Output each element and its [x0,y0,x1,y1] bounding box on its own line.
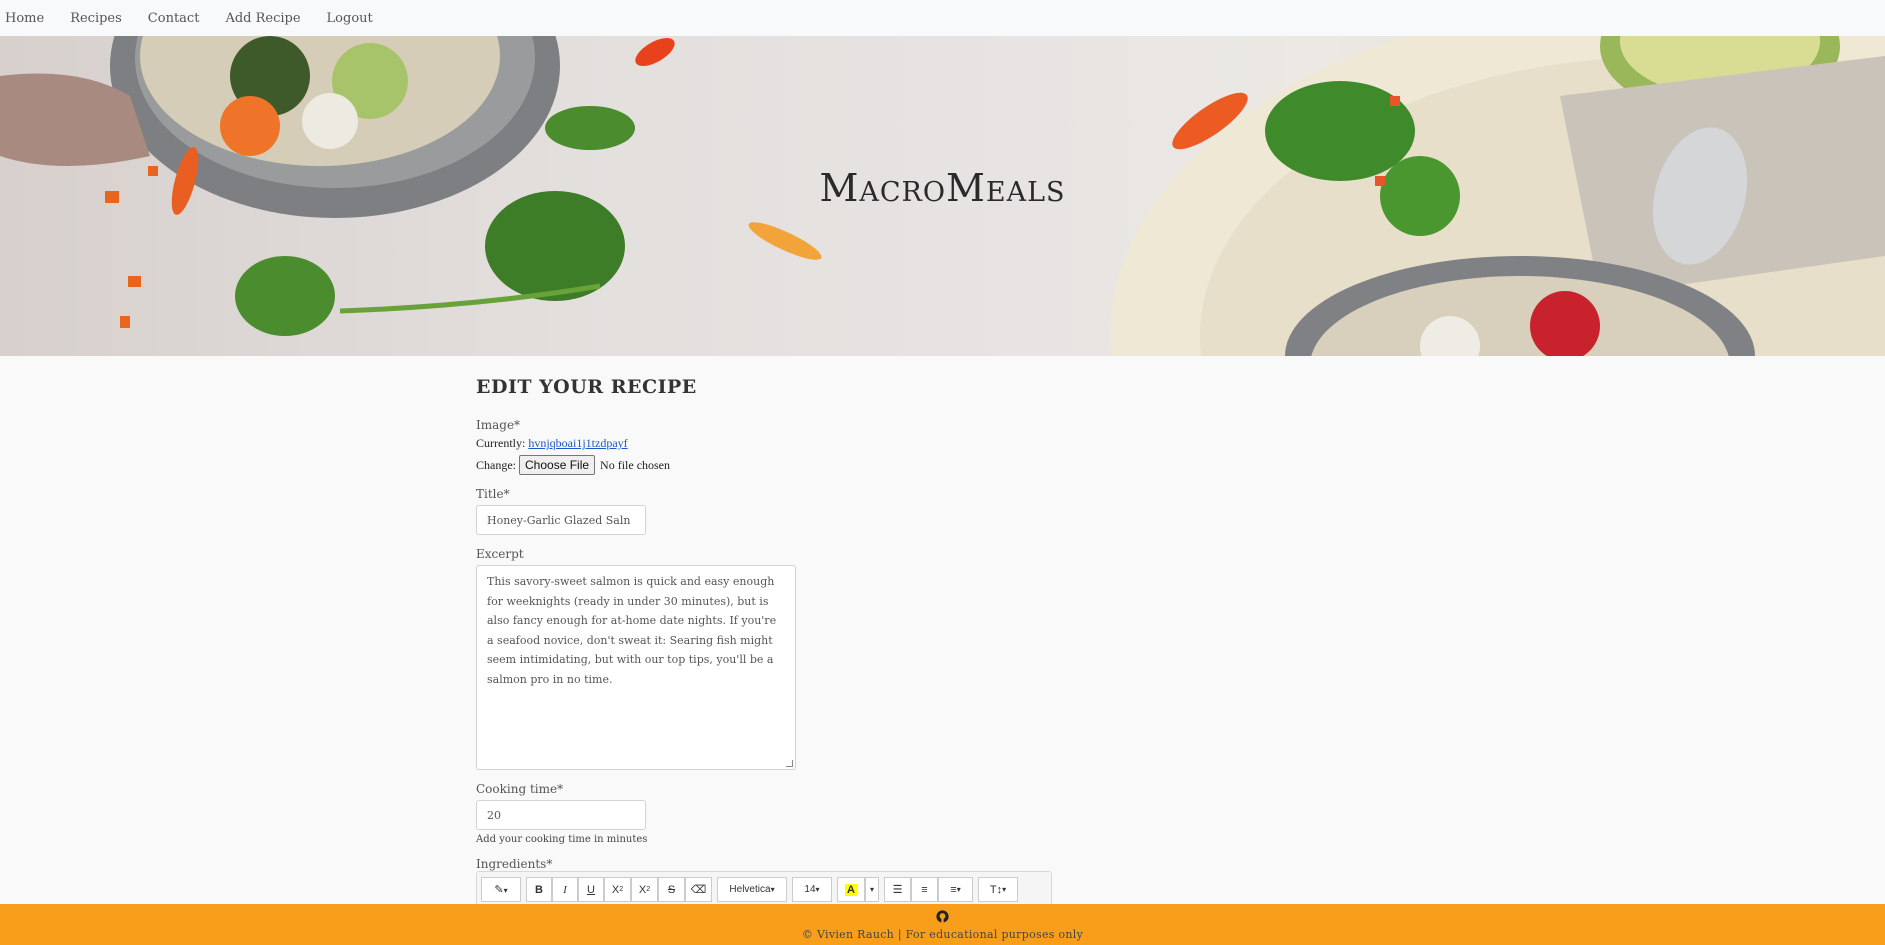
top-navbar: Home Recipes Contact Add Recipe Logout [0,0,1885,36]
page-title: EDIT YOUR RECIPE [476,376,697,398]
footer: © Vivien Rauch | For educational purpose… [0,904,1885,945]
nav-link-add-recipe[interactable]: Add Recipe [225,11,300,26]
italic-button[interactable]: I [552,877,578,902]
eraser-icon: ⌫ [690,884,707,896]
underline-button[interactable]: U [578,877,604,902]
font-size-value: 14 [804,884,816,895]
superscript-button[interactable]: X2 [604,877,631,902]
align-left-icon: ≡ [950,883,957,896]
unordered-list-button[interactable]: ☰ [884,877,911,902]
line-height-dropdown[interactable]: T↕ [978,877,1018,902]
bullet-list-icon: ☰ [892,884,903,896]
color-dropdown-toggle[interactable]: ▾ [865,877,879,902]
nav-link-logout[interactable]: Logout [327,11,373,26]
font-size-dropdown[interactable]: 14 [792,877,832,902]
highlight-color-button[interactable]: A [837,877,865,902]
magic-style-button[interactable]: ✎ [481,877,521,902]
cooking-time-help: Add your cooking time in minutes [476,834,648,845]
edit-recipe-form: EDIT YOUR RECIPE Image* Currently: hvnjq… [476,376,1056,875]
title-input[interactable]: Honey-Garlic Glazed Saln [476,505,646,535]
github-icon[interactable] [936,910,949,923]
ingredients-label: Ingredients* [476,857,553,871]
font-name-value: Helvetica [729,884,771,895]
strikethrough-button[interactable]: S [658,877,685,902]
bold-button[interactable]: B [526,877,552,902]
no-file-text: No file chosen [600,458,671,472]
excerpt-text: This savory-sweet salmon is quick and ea… [487,575,777,686]
ingredients-editor-toolbar: ✎ B I U X2 X2 S ⌫ Helvetica 14 A ▾ ☰ ≡ ≡… [476,871,1052,905]
choose-file-button[interactable]: Choose File [519,455,596,475]
font-name-dropdown[interactable]: Helvetica [717,877,787,902]
numbered-list-icon: ≡ [921,883,928,896]
site-title: MacroMeals [819,166,1066,210]
superscript-label: X [611,883,620,896]
text-height-icon: T↕ [989,883,1003,896]
nav-link-recipes[interactable]: Recipes [70,11,122,26]
subscript-button[interactable]: X2 [631,877,658,902]
cooking-time-input[interactable]: 20 [476,800,646,830]
title-label: Title* [476,487,510,501]
resize-handle[interactable] [786,760,793,767]
subscript-label: X [638,883,647,896]
cooking-time-label: Cooking time* [476,782,564,796]
nav-link-home[interactable]: Home [5,11,44,26]
ordered-list-button[interactable]: ≡ [911,877,938,902]
chevron-down-icon: ▾ [869,885,874,894]
change-image-row: Change: Choose File No file chosen [476,455,1056,475]
eraser-button[interactable]: ⌫ [685,877,712,902]
excerpt-textarea[interactable]: This savory-sweet salmon is quick and ea… [476,565,796,770]
nav-link-contact[interactable]: Contact [148,11,200,26]
hero-banner: MacroMeals [0,36,1885,356]
footer-copyright: © Vivien Rauch | For educational purpose… [801,928,1084,941]
magic-wand-icon: ✎ [494,884,504,896]
change-label: Change: [476,458,516,472]
current-image-row: Currently: hvnjqboai1j1tzdpayf [476,436,1056,451]
paragraph-align-dropdown[interactable]: ≡ [938,877,973,902]
currently-label: Currently: [476,436,526,450]
excerpt-label: Excerpt [476,547,524,561]
current-image-link[interactable]: hvnjqboai1j1tzdpayf [528,436,627,450]
image-label: Image* [476,418,521,432]
highlight-icon: A [845,883,857,896]
